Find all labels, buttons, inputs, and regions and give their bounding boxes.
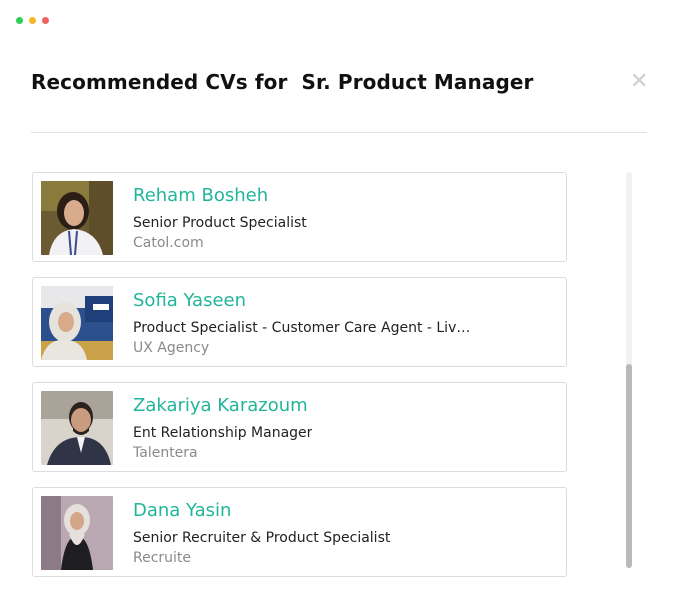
candidate-job-title: Senior Product Specialist	[133, 215, 307, 231]
candidate-company: Talentera	[133, 445, 198, 461]
modal-window: Recommended CVs for Sr. Product Manager …	[0, 0, 677, 600]
candidate-card[interactable]: Zakariya Karazoum Ent Relationship Manag…	[32, 382, 567, 472]
candidate-job-title: Product Specialist - Customer Care Agent…	[133, 320, 478, 336]
window-close-button[interactable]	[42, 17, 49, 24]
candidate-name[interactable]: Zakariya Karazoum	[133, 395, 308, 416]
candidate-company: UX Agency	[133, 340, 210, 356]
close-icon[interactable]: ✕	[630, 71, 648, 93]
candidate-avatar	[41, 391, 113, 465]
candidate-list: Reham Bosheh Senior Product Specialist C…	[32, 172, 570, 592]
window-minimize-button[interactable]	[29, 17, 36, 24]
candidate-card[interactable]: Reham Bosheh Senior Product Specialist C…	[32, 172, 567, 262]
candidate-name[interactable]: Sofia Yaseen	[133, 290, 246, 311]
modal-title: Recommended CVs for Sr. Product Manager	[31, 70, 534, 94]
candidate-job-title: Ent Relationship Manager	[133, 425, 313, 441]
candidate-card[interactable]: Sofia Yaseen Product Specialist - Custom…	[32, 277, 567, 367]
candidate-name[interactable]: Dana Yasin	[133, 500, 231, 521]
candidate-name[interactable]: Reham Bosheh	[133, 185, 268, 206]
window-controls	[16, 17, 49, 24]
candidate-job-title: Senior Recruiter & Product Specialist	[133, 530, 391, 546]
window-maximize-button[interactable]	[16, 17, 23, 24]
candidate-avatar	[41, 181, 113, 255]
candidate-avatar	[41, 286, 113, 360]
candidate-company: Catol.com	[133, 235, 204, 251]
scrollbar-thumb[interactable]	[626, 364, 632, 568]
candidate-company: Recruite	[133, 550, 192, 566]
candidate-card[interactable]: Dana Yasin Senior Recruiter & Product Sp…	[32, 487, 567, 577]
header-divider	[31, 132, 647, 133]
candidate-avatar	[41, 496, 113, 570]
